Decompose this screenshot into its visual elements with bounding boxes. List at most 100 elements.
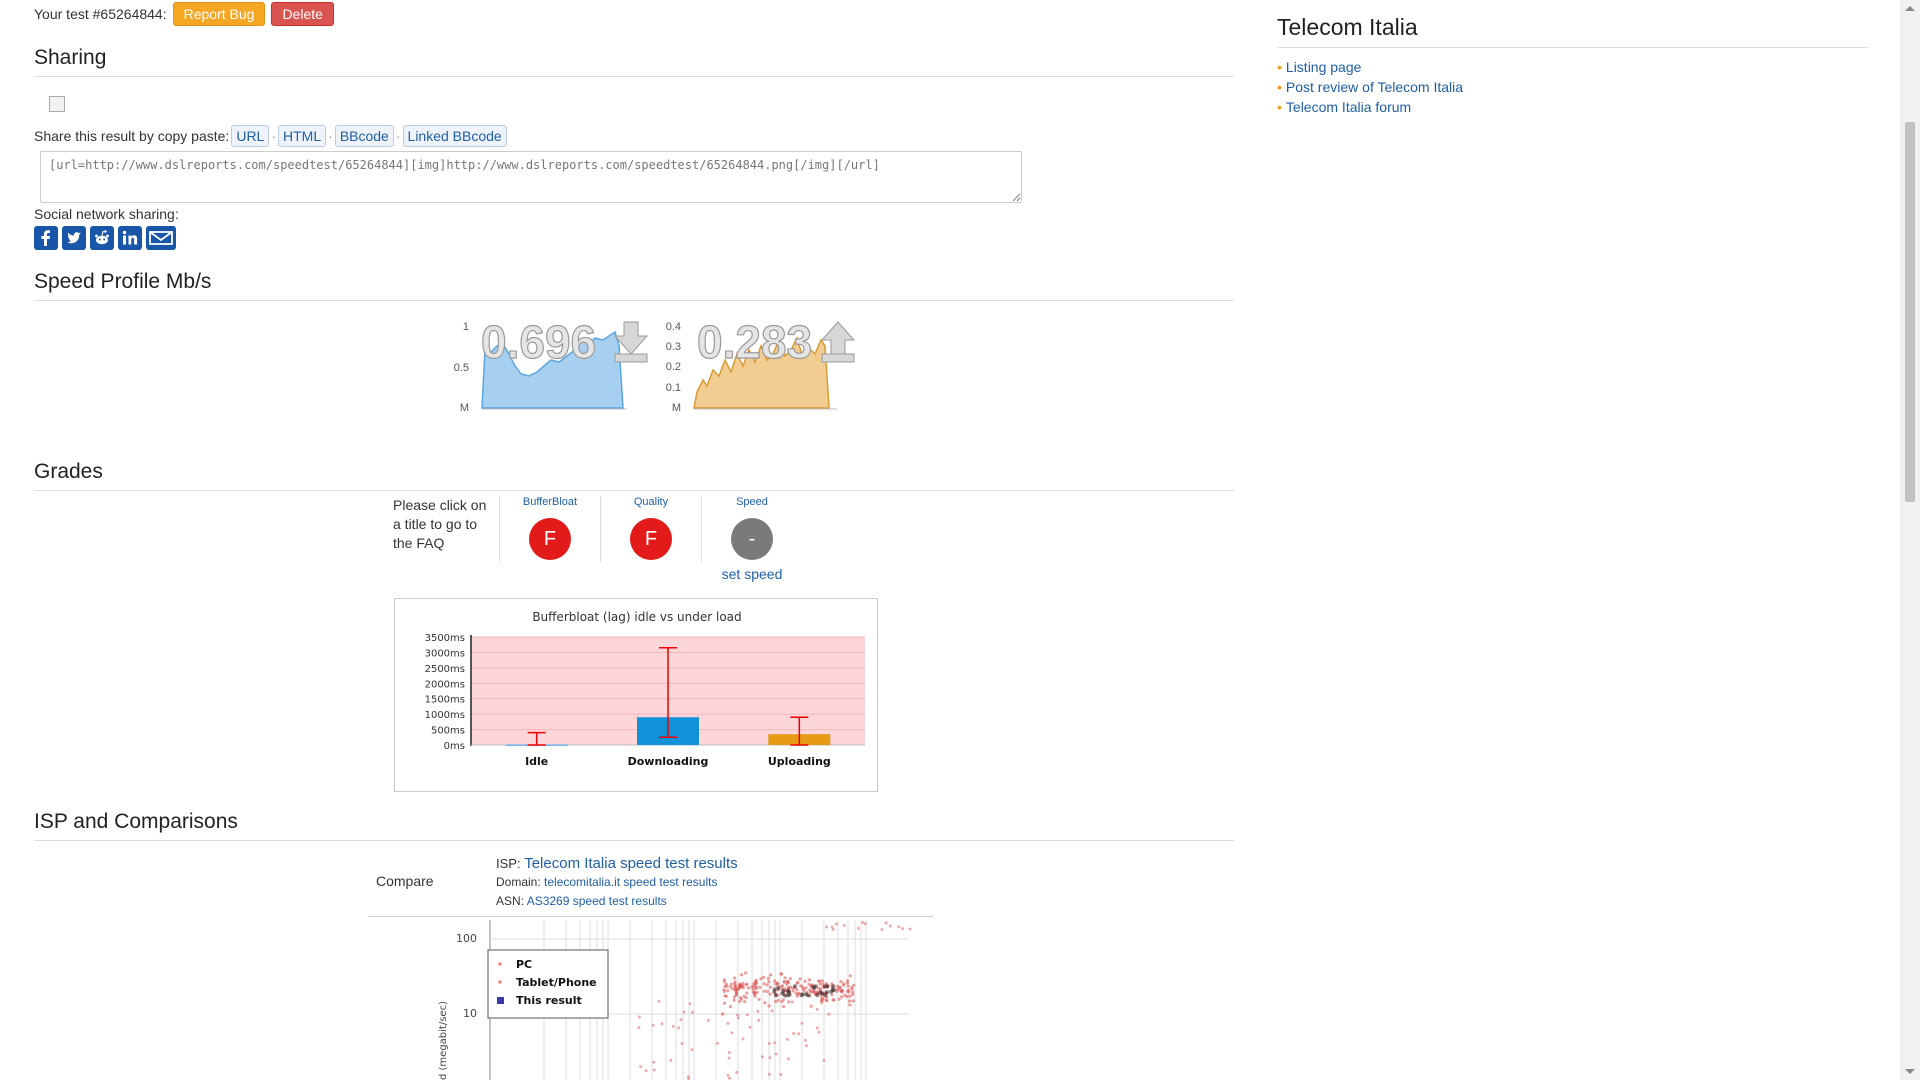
facebook-icon[interactable] [34,226,58,250]
comparison-scatter: d (megabit/sec) 100 10 PC Tablet/Phone T… [438,920,912,1080]
speed-profile-title: Speed Profile Mb/s [34,270,1234,301]
bufferbloat-ytick: 3000ms [425,648,465,659]
grade-speed: Speed - set speed [702,496,802,582]
scatter-point [637,1015,641,1019]
listing-page-link[interactable]: Listing page [1286,59,1362,75]
scatter-point [745,982,749,986]
share-url-button[interactable]: URL [231,125,270,147]
email-icon[interactable] [146,226,176,250]
scatter-point [774,1052,778,1056]
scatter-point [807,978,812,982]
upload-value: 0.283 [697,316,812,368]
grade-quality-label[interactable]: Quality [601,496,701,508]
scatter-point [651,1023,655,1027]
compare-divider [368,916,933,917]
isp-links: ISP: Telecom Italia speed test results D… [496,854,738,911]
scatter-point [762,989,766,993]
post-review-link[interactable]: Post review of Telecom Italia [1286,79,1463,95]
scatter-point [715,1041,719,1045]
bufferbloat-ytick: 500ms [431,726,465,737]
bufferbloat-ytick: 2500ms [425,664,465,675]
scroll-down-icon[interactable] [1905,1069,1915,1074]
share-text: Share this result by copy paste: [34,128,230,144]
upload-tick-01: 0.1 [666,382,681,394]
scatter-point [821,997,825,1001]
scatter-point [726,1073,730,1077]
delete-button[interactable]: Delete [271,2,334,26]
upload-tick-02: 0.2 [666,361,681,373]
scatter-point [736,1013,739,1017]
reddit-icon[interactable] [90,226,114,250]
scatter-point [727,1051,731,1054]
set-speed-link[interactable]: set speed [702,566,802,582]
scatter-point [888,924,892,928]
scrollbar-thumb[interactable] [1905,122,1915,502]
sidebar-item-forum: • Telecom Italia forum [1277,99,1412,115]
scatter-point [738,982,742,987]
scatter-points [637,921,912,1080]
scatter-point [839,989,843,993]
share-image[interactable] [49,96,65,112]
scatter-point [680,1042,684,1045]
scatter-point [739,973,743,977]
scatter-point [730,1031,734,1035]
scatter-point [818,982,822,986]
twitter-icon[interactable] [62,226,86,250]
domain-results-link[interactable]: telecomitalia.it speed test results [544,875,717,889]
scatter-point [782,1005,786,1009]
bufferbloat-ytick: 3500ms [425,633,465,644]
scatter-point [763,1001,767,1005]
isp-results-link[interactable]: Telecom Italia speed test results [524,855,737,872]
upload-tick-04: 0.4 [666,321,681,333]
scatter-point [802,988,806,992]
page-scrollbar[interactable] [1900,0,1920,1080]
scroll-up-icon[interactable] [1905,6,1915,11]
scatter-point [800,1021,804,1025]
forum-link[interactable]: Telecom Italia forum [1286,99,1411,115]
share-code-textarea[interactable] [40,151,1022,203]
scatter-point [731,987,735,991]
scatter-point [785,982,789,987]
asn-results-link[interactable]: AS3269 speed test results [527,894,667,908]
scatter-point [848,994,852,998]
scatter-point [840,995,844,999]
scatter-point-dark [772,987,777,992]
scatter-point [657,999,661,1003]
scatter-point [786,1057,790,1061]
scatter-point-dark [812,986,817,991]
report-bug-button[interactable]: Report Bug [172,2,266,26]
scatter-point [842,983,846,987]
scatter-point [880,928,884,931]
scatter-point [790,1000,794,1004]
scatter-point [817,1030,821,1034]
scatter-point [848,999,852,1003]
scatter-point [722,989,727,993]
scatter-point [768,1056,772,1060]
scatter-point [682,1010,686,1014]
scatter-point [753,983,758,988]
scatter-ytick-100: 100 [456,932,477,945]
scatter-point [744,996,748,1000]
scatter-point [733,976,737,980]
linkedin-icon[interactable] [118,226,142,250]
scatter-point-dark [799,993,804,998]
scatter-point [795,981,799,985]
scatter-point [758,985,762,989]
scatter-point [787,1000,791,1004]
scatter-point [724,982,728,986]
sidebar-links: • Listing page • Post review of Telecom It… [1277,57,1463,119]
share-html-button[interactable]: HTML [278,125,327,147]
bufferbloat-chart-title: Bufferbloat (lag) idle vs under load [532,610,741,624]
compare-label: Compare [376,873,434,889]
grade-speed-label[interactable]: Speed [702,496,802,508]
scatter-point [822,1059,826,1062]
scatter-point [637,1026,641,1029]
scatter-point [797,1032,801,1036]
scatter-point [766,989,770,994]
scatter-point [753,994,757,998]
share-linked-bbcode-button[interactable]: Linked BBcode [402,125,507,147]
legend-pc: PC [516,958,532,971]
share-bbcode-button[interactable]: BBcode [334,125,394,147]
grade-bufferbloat-label[interactable]: BufferBloat [500,496,600,508]
scatter-point [795,994,799,998]
